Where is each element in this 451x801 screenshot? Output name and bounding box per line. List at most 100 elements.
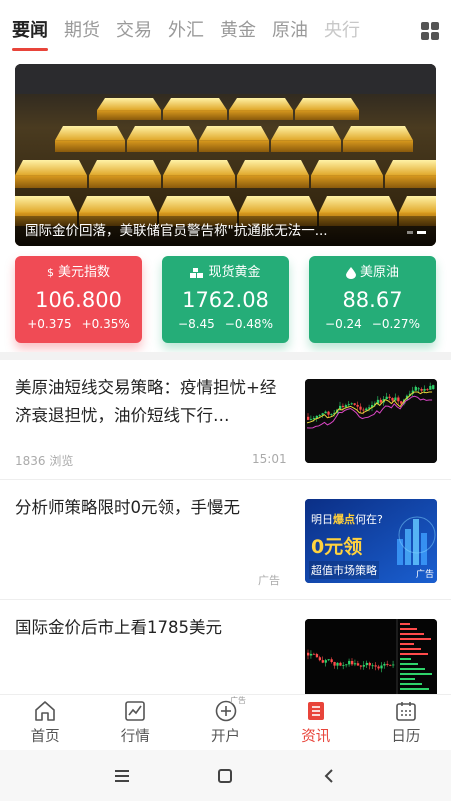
nav-news[interactable]: 资讯 — [271, 695, 361, 750]
ad-item[interactable]: 分析师策略限时0元领，手慢无 广告 明日爆点何在? 0元领 超值市场策略 广告 — [0, 480, 451, 600]
candle-body — [342, 665, 345, 667]
candle-body — [318, 415, 321, 416]
candle-body — [391, 397, 394, 401]
candle-body — [377, 666, 380, 669]
chart-icon — [125, 701, 146, 721]
nav-label: 开户 — [211, 729, 240, 745]
gold-bar-face — [97, 110, 161, 120]
nav-label: 日历 — [391, 729, 421, 745]
order-book-row — [400, 663, 418, 665]
nav-home[interactable]: 首页 — [0, 695, 90, 750]
nav-calendar[interactable]: 日历 — [361, 695, 451, 750]
news-item[interactable]: 美原油短线交易策略：疫情担忧+经济衰退担忧，油价短线下行… 1836 浏览 15… — [0, 360, 451, 480]
gold-bar-face — [199, 140, 269, 152]
tab-headlines[interactable]: 要闻 — [12, 19, 48, 51]
candle-body — [351, 660, 354, 665]
candle-body — [345, 664, 348, 666]
quote-change-pct: −0.48% — [224, 317, 273, 331]
quote-change-pct: +0.35% — [81, 317, 130, 331]
nav-ad-badge: 广告 — [230, 696, 247, 705]
candle-body — [330, 659, 333, 663]
gold-bar — [237, 160, 309, 176]
menu-button[interactable] — [108, 762, 136, 790]
tab-trading[interactable]: 交易 — [116, 19, 152, 43]
gold-bars-icon — [190, 268, 204, 278]
gold-bar — [159, 196, 237, 213]
order-book-row — [400, 683, 422, 685]
menu-icon — [114, 769, 129, 782]
back-button[interactable] — [315, 762, 343, 790]
home-button[interactable] — [211, 762, 239, 790]
candle-body — [429, 385, 432, 390]
candle-body — [321, 660, 324, 663]
ad-headline: 明日爆点何在? — [311, 513, 383, 526]
candle-body — [330, 414, 333, 415]
candle-body — [348, 660, 351, 665]
candle-body — [389, 664, 392, 666]
gold-bar-face — [55, 140, 125, 152]
gold-bar-face — [15, 175, 87, 188]
ad-big-text: 0元领 — [311, 536, 363, 558]
gold-bar-face — [89, 175, 161, 188]
ad-tag-small: 广告 — [415, 570, 434, 580]
gold-bar — [15, 160, 87, 176]
candle-body — [426, 389, 429, 390]
nav-open-account[interactable]: 广告 开户 — [180, 695, 270, 750]
quote-card-spot-gold[interactable]: 现货黄金 1762.08 −8.45 −0.48% — [162, 256, 289, 343]
headline-banner[interactable]: 国际金价回落，美联储官员警告称"抗通胀无法一... — [15, 64, 436, 246]
candle-body — [385, 396, 388, 400]
ad-thumbnail: 明日爆点何在? 0元领 超值市场策略 广告 — [305, 499, 437, 583]
quote-change-pct: −0.27% — [371, 317, 420, 331]
candle-body — [374, 665, 377, 667]
candle-body — [379, 399, 383, 403]
nav-market[interactable]: 行情 — [90, 695, 180, 750]
candle-body — [386, 663, 389, 665]
gold-bar-face — [229, 110, 293, 120]
gold-bar — [229, 98, 293, 111]
gold-bar — [55, 126, 125, 141]
quote-card-us-crude[interactable]: 美原油 88.67 −0.24 −0.27% — [309, 256, 436, 343]
nav-label: 首页 — [30, 729, 60, 745]
gold-bar-face — [163, 110, 227, 120]
tab-crude-oil[interactable]: 原油 — [272, 19, 308, 43]
gold-bar-face — [295, 110, 359, 120]
candle-body — [315, 415, 319, 419]
gold-bar-face — [385, 175, 436, 188]
carousel-dot — [407, 231, 413, 234]
candle-body — [315, 654, 319, 658]
tab-gold[interactable]: 黄金 — [220, 19, 256, 43]
quote-change: −0.24 — [325, 317, 362, 331]
candle-body — [356, 663, 360, 666]
news-item[interactable]: 国际金价后市上看1785美元 — [0, 600, 451, 694]
gold-bar-face — [237, 175, 309, 188]
banner-caption-text: 国际金价回落，美联储官员警告称"抗通胀无法一... — [25, 223, 328, 239]
gold-bar — [385, 160, 436, 176]
order-book-row — [400, 623, 410, 625]
tab-futures[interactable]: 期货 — [64, 19, 100, 43]
candle-body — [318, 657, 322, 661]
gold-bar — [343, 126, 413, 141]
bottom-navigation: 首页 行情 广告 开户 资讯 日历 — [0, 694, 451, 750]
order-book-row — [400, 653, 428, 655]
tab-central-bank[interactable]: 央行 — [324, 19, 360, 43]
order-book-row — [400, 673, 432, 675]
order-book-row — [400, 688, 429, 690]
tab-forex[interactable]: 外汇 — [168, 19, 204, 43]
quote-price: 1762.08 — [182, 288, 269, 312]
gold-bar — [79, 196, 157, 213]
quote-card-dollar-index[interactable]: $ 美元指数 106.800 +0.375 +0.35% — [15, 256, 142, 343]
candle-body — [309, 419, 313, 420]
candle-body — [353, 403, 356, 405]
candle-body — [380, 665, 383, 669]
news-thumbnail — [305, 379, 437, 463]
channel-manager-button[interactable] — [409, 10, 451, 52]
candle-body — [324, 411, 327, 414]
order-book-row — [400, 628, 417, 630]
candle-body — [388, 396, 391, 398]
system-navigation-bar — [0, 750, 451, 801]
gold-bar — [15, 196, 77, 213]
quote-price: 88.67 — [342, 288, 403, 312]
gold-bar — [271, 126, 341, 141]
gold-bar-face — [163, 175, 235, 188]
candle-body — [347, 404, 351, 406]
